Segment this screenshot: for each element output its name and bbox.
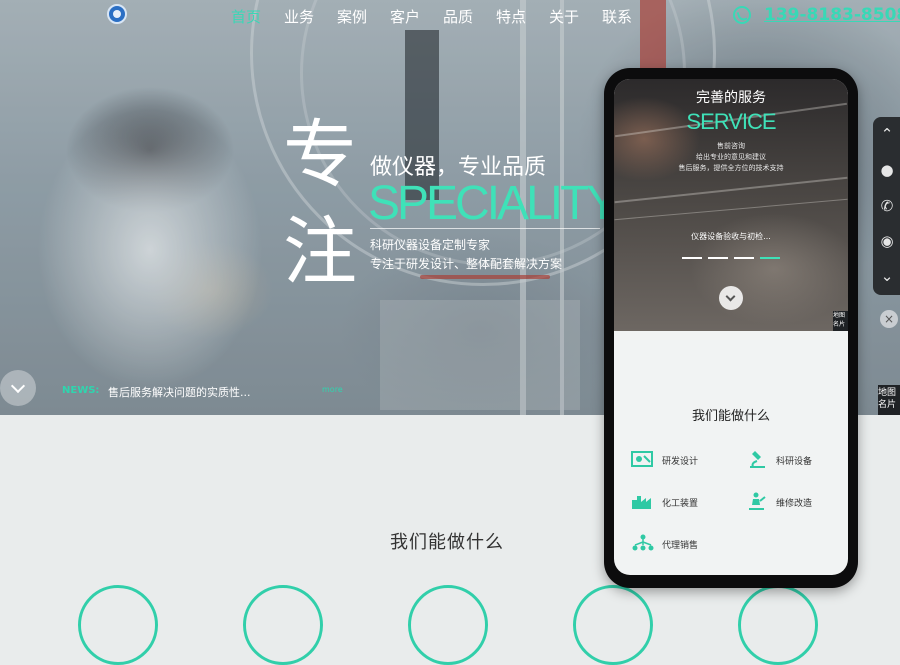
phone-mockup: 完善的服务 SERVICE 售前咨询 给出专业的意见和建议 售后服务，提供全方位… [604, 68, 858, 588]
hero-big-char: 注 [283, 209, 357, 295]
background-line [614, 198, 848, 221]
factory-icon [632, 496, 651, 509]
news-link[interactable]: 售后服务解决问题的实质性... [108, 384, 251, 400]
slider-dot[interactable] [708, 257, 728, 259]
mobile-news-link[interactable]: 仪器设备验收与初检... [614, 231, 848, 242]
slider-dot-active[interactable] [760, 257, 780, 259]
design-icon [631, 451, 653, 467]
mobile-hero-line: 售前咨询 [717, 142, 745, 150]
phone-screen: 完善的服务 SERVICE 售前咨询 给出专业的意见和建议 售后服务，提供全方位… [614, 79, 848, 575]
floating-contact-bar: ⌃ ● ✆ ◉ ⌄ [873, 117, 900, 295]
service-circle[interactable] [573, 585, 653, 665]
mobile-section-title: 我们能做什么 [691, 409, 770, 424]
service-circle[interactable] [408, 585, 488, 665]
news-more-link[interactable]: more [322, 385, 343, 394]
mobile-hero-line: 给出专业的意见和建议 [696, 153, 766, 161]
mobile-hero-line: 售后服务，提供全方位的技术支持 [678, 164, 784, 172]
mobile-hero-english: SERVICE [686, 109, 776, 134]
mobile-hero: 完善的服务 SERVICE 售前咨询 给出专业的意见和建议 售后服务，提供全方位… [614, 79, 848, 331]
service-label: 化工装置 [662, 499, 699, 509]
phone-icon [733, 6, 751, 24]
mobile-map-card[interactable]: 地图 名片 [833, 311, 848, 331]
service-circle[interactable] [78, 585, 158, 665]
nav-item-quality[interactable]: 品质 [443, 6, 473, 27]
slider-dot[interactable] [682, 257, 702, 259]
network-icon [632, 534, 654, 551]
nav-item-contact[interactable]: 联系 [602, 6, 632, 27]
wechat-icon[interactable]: ◉ [878, 232, 896, 250]
hero-subtitle: 专注于研发设计、整体配套解决方案 [370, 257, 563, 271]
service-label: 代理销售 [662, 541, 699, 551]
hero-subtitle: 科研仪器设备定制专家 [370, 238, 491, 252]
qq-icon[interactable]: ● [878, 161, 896, 179]
nav-item-clients[interactable]: 客户 [390, 6, 420, 27]
site-logo[interactable] [107, 4, 127, 24]
map-card-button[interactable]: 地图 名片 [878, 385, 900, 415]
service-label: 研发设计 [662, 457, 699, 467]
service-circle[interactable] [243, 585, 323, 665]
service-label: 科研设备 [776, 457, 813, 467]
mobile-scroll-down-button[interactable] [719, 286, 743, 310]
hero-english-title: SPECIALITY [368, 177, 618, 230]
phone-icon[interactable]: ✆ [878, 197, 896, 215]
chevron-down-icon[interactable]: ⌄ [878, 267, 896, 285]
microscope-icon [750, 451, 765, 468]
nav-item-business[interactable]: 业务 [284, 6, 314, 27]
repair-worker-icon [749, 492, 766, 510]
mobile-hero-title: 完善的服务 [696, 90, 766, 106]
phone-number-link[interactable]: 139-8183-8508 [764, 5, 900, 25]
hero-big-char: 专 [283, 112, 357, 198]
service-label: 维修改造 [776, 499, 813, 509]
nav-item-home[interactable]: 首页 [231, 6, 261, 27]
nav-item-cases[interactable]: 案例 [337, 6, 367, 27]
nav-item-features[interactable]: 特点 [496, 6, 526, 27]
scroll-down-button[interactable] [0, 370, 36, 406]
nav-item-about[interactable]: 关于 [549, 6, 579, 27]
news-label: NEWS: [62, 385, 100, 396]
slider-dot[interactable] [734, 257, 754, 259]
close-icon[interactable]: × [880, 310, 898, 328]
background-line [614, 176, 848, 204]
service-circle[interactable] [738, 585, 818, 665]
chevron-up-icon[interactable]: ⌃ [878, 125, 896, 143]
section-title: 我们能做什么 [390, 532, 504, 553]
hero-divider [370, 228, 600, 229]
